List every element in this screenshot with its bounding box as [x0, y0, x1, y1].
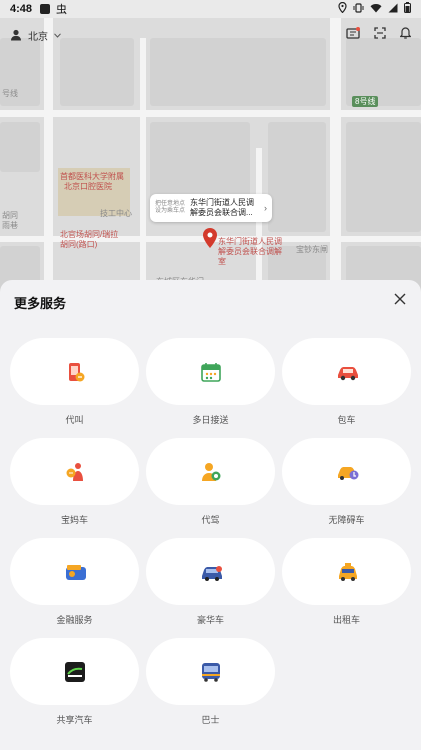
callout-hint: 把任意地点设为乘车点 [155, 201, 186, 214]
wifi-icon [370, 3, 382, 16]
location-icon [338, 1, 347, 16]
map-block [150, 38, 326, 106]
service-label: 代驾 [201, 515, 220, 525]
sheet-title: 更多服务 [14, 296, 67, 311]
service-label: 包车 [337, 415, 356, 425]
map-label: 胡同(路口) [60, 240, 98, 249]
ticket-icon[interactable] [346, 26, 360, 44]
service-button[interactable] [146, 338, 275, 405]
status-icons [338, 1, 411, 16]
city-name[interactable]: 北京 [28, 28, 48, 43]
scan-icon[interactable] [374, 26, 386, 44]
map-label: 北京口腔医院 [64, 182, 112, 191]
wallet-icon [64, 561, 86, 583]
map-block [150, 122, 250, 202]
notification-app-icon: 虫 [56, 4, 68, 16]
service-item-finance[interactable]: 金融服务 [10, 538, 139, 638]
map-block [346, 122, 421, 232]
map-label: 雨巷 [2, 221, 18, 230]
service-item-daijiao[interactable]: 代叫 [10, 338, 139, 438]
bell-icon[interactable] [399, 26, 412, 44]
bus-icon [200, 661, 222, 683]
map-label: 解委员会联合调解 [218, 247, 282, 256]
service-label: 宝妈车 [60, 515, 88, 525]
mother-icon [64, 461, 86, 483]
service-button[interactable] [282, 338, 411, 405]
map-road [256, 148, 262, 300]
service-label: 金融服务 [56, 615, 93, 625]
service-item-charter[interactable]: 包车 [282, 338, 411, 438]
service-item-luxury[interactable]: 豪华车 [146, 538, 275, 638]
subway-line-badge: 8号线 [352, 96, 379, 107]
taxi-icon [336, 561, 358, 583]
map-road [330, 18, 341, 300]
pickup-callout[interactable]: 把任意地点设为乘车点 东华门街道人民调解委员会联合调... › [150, 194, 272, 222]
map-label: 宝钞东闸 [296, 245, 328, 254]
gofun-icon [64, 661, 86, 683]
service-item-taxi[interactable]: 出租车 [282, 538, 411, 638]
service-button[interactable] [146, 638, 275, 705]
service-button[interactable] [282, 538, 411, 605]
chevron-right-icon: › [264, 203, 267, 213]
map-block [60, 38, 134, 106]
callout-address: 东华门街道人民调解委员会联合调... [190, 198, 254, 217]
service-button[interactable] [146, 438, 275, 505]
service-button[interactable] [10, 338, 139, 405]
chevron-down-icon[interactable] [54, 30, 61, 41]
calendar-icon [200, 361, 222, 383]
status-time: 4:48 [10, 3, 33, 15]
service-label: 多日接送 [192, 415, 229, 425]
service-label: 代叫 [65, 415, 84, 425]
service-button[interactable] [10, 638, 139, 705]
map-block [0, 122, 40, 172]
top-bar: 北京 [0, 24, 421, 46]
luxury-car-icon [200, 561, 222, 583]
service-item-accessible-car[interactable]: 无障碍车 [282, 438, 411, 538]
map-label: 技工中心 [100, 209, 132, 218]
map-road [44, 18, 53, 300]
map-label: 号线 [2, 89, 18, 98]
service-item-designated-driver[interactable]: 代驾 [146, 438, 275, 538]
service-label: 巴士 [201, 715, 220, 725]
status-bar: 4:48 虫 [0, 0, 421, 18]
map-road [0, 110, 421, 117]
close-icon[interactable] [393, 292, 407, 306]
service-button[interactable] [282, 438, 411, 505]
more-services-sheet: 更多服务 代叫 多日接送 包车 宝妈车 代驾 无障碍车 金融服务 豪华车 出租车… [0, 280, 421, 750]
service-label: 无障碍车 [328, 515, 365, 525]
map-block [268, 122, 326, 232]
notification-square-icon [40, 4, 51, 14]
service-button[interactable] [146, 538, 275, 605]
driver-icon [200, 461, 222, 483]
service-button[interactable] [10, 538, 139, 605]
services-grid: 代叫 多日接送 包车 宝妈车 代驾 无障碍车 金融服务 豪华车 出租车 共享汽车… [10, 338, 412, 738]
car-red-icon [336, 361, 358, 383]
accessible-car-icon [336, 461, 358, 483]
location-pin-icon [203, 228, 217, 253]
signal-icon [388, 3, 398, 16]
phone-call-icon [64, 361, 86, 383]
map-view[interactable]: 8号线 号线 首都医科大学附属 北京口腔医院 技工中心 胡同 雨巷 北官场胡同/… [0, 18, 421, 300]
service-button[interactable] [10, 438, 139, 505]
service-item-car-sharing[interactable]: 共享汽车 [10, 638, 139, 738]
battery-icon [404, 2, 411, 16]
city-selector[interactable]: 北京 [10, 28, 61, 43]
map-road [140, 38, 146, 300]
service-item-mother-car[interactable]: 宝妈车 [10, 438, 139, 538]
service-item-bus[interactable]: 巴士 [146, 638, 275, 738]
vibrate-icon [353, 2, 364, 16]
service-label: 豪华车 [196, 615, 224, 625]
service-item-multiday[interactable]: 多日接送 [146, 338, 275, 438]
user-icon[interactable] [10, 29, 22, 41]
service-label: 出租车 [332, 615, 360, 625]
map-label: 室 [218, 257, 226, 266]
service-label: 共享汽车 [56, 715, 93, 725]
